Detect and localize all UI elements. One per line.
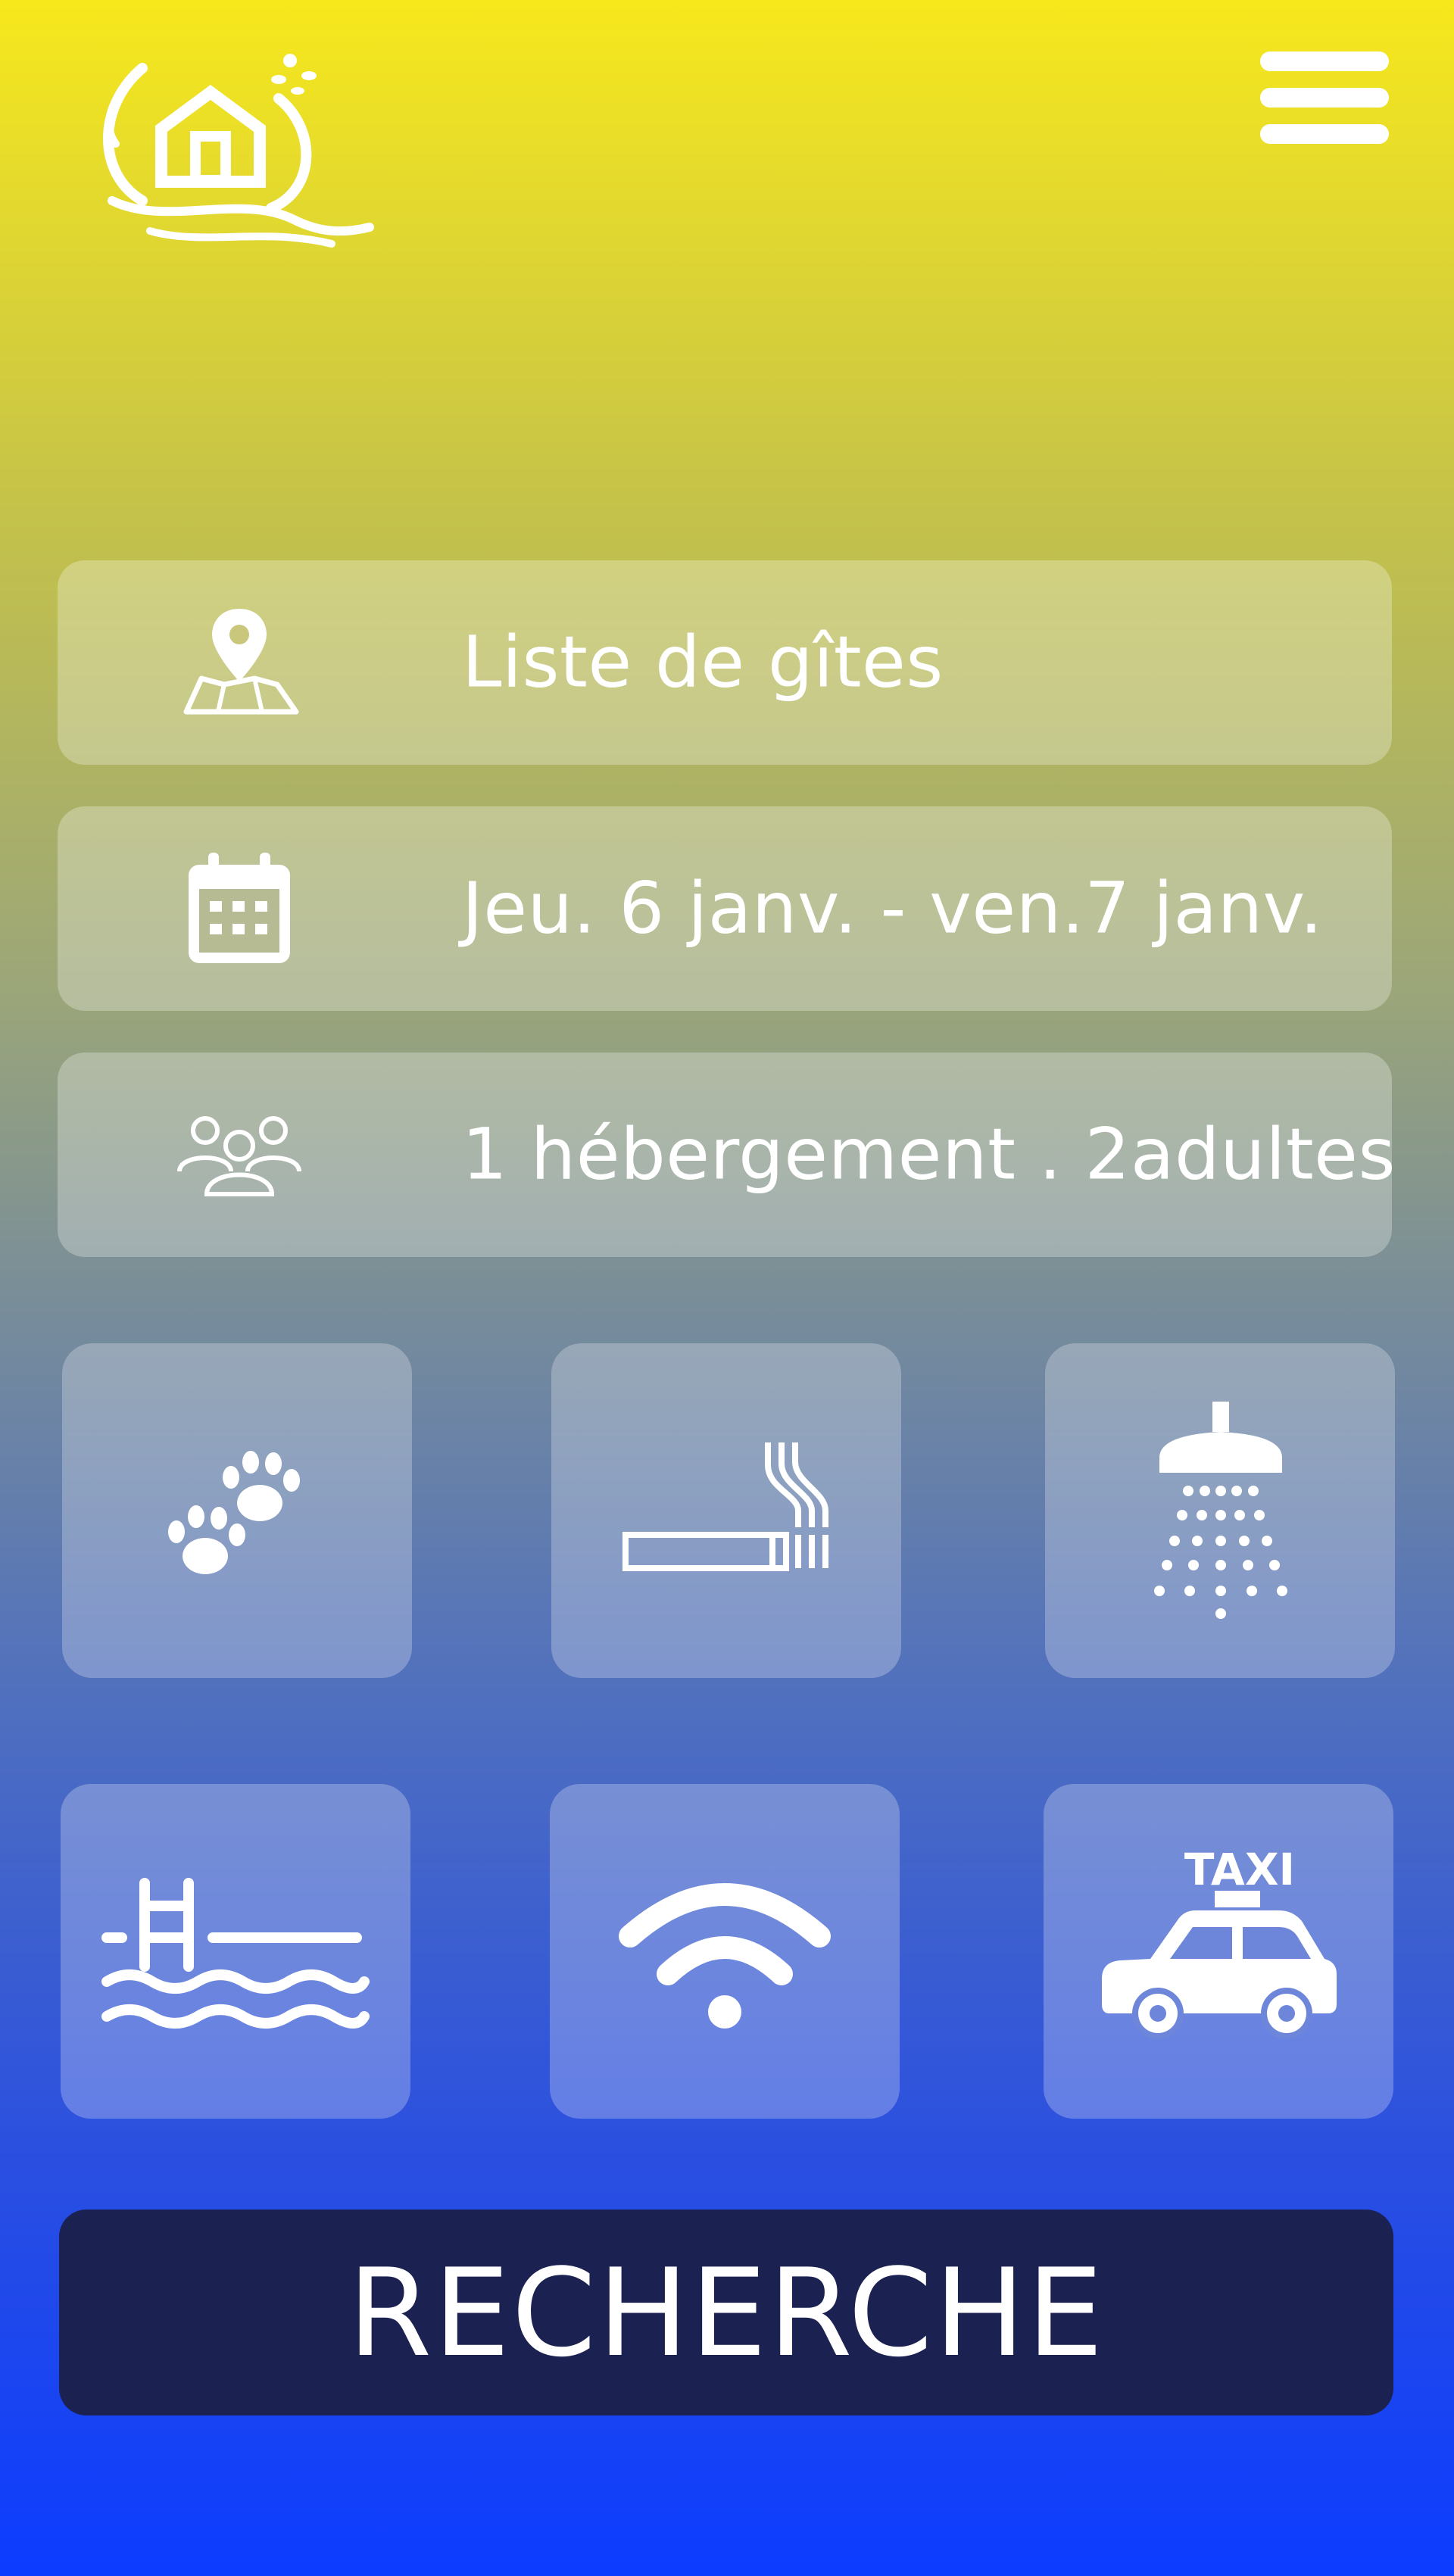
dates-field[interactable]: Jeu. 6 janv. - ven.7 janv.: [58, 806, 1392, 1011]
amenity-pool-toggle[interactable]: [61, 1784, 410, 2119]
pool-ladder-icon: [101, 1878, 370, 2029]
amenity-smoking-toggle[interactable]: [551, 1343, 901, 1678]
taxi-icon: TAXI: [1102, 1845, 1337, 2039]
search-button[interactable]: RECHERCHE: [59, 2210, 1393, 2415]
gite-logo[interactable]: [89, 45, 377, 250]
wifi-icon: [619, 1883, 831, 2029]
guests-label: 1 hébergement . 2adultes: [462, 1113, 1396, 1196]
taxi-sign-text: TAXI: [1184, 1845, 1295, 1895]
group-people-icon: [171, 1094, 307, 1215]
calendar-icon: [171, 848, 307, 969]
location-label: Liste de gîtes: [462, 621, 944, 704]
guests-field[interactable]: 1 hébergement . 2adultes: [58, 1053, 1396, 1257]
gite-house-logo-icon: [103, 54, 374, 248]
amenity-pets-toggle[interactable]: [62, 1343, 412, 1678]
map-pin-icon: [171, 602, 307, 723]
smoking-icon: [622, 1442, 828, 1571]
paw-prints-icon: [168, 1451, 300, 1574]
amenity-wifi-toggle[interactable]: [550, 1784, 900, 2119]
amenity-shower-toggle[interactable]: [1045, 1343, 1395, 1678]
dates-label: Jeu. 6 janv. - ven.7 janv.: [462, 867, 1323, 950]
hamburger-menu-icon: [1260, 51, 1389, 71]
hamburger-menu-button[interactable]: [1260, 51, 1389, 144]
shower-icon: [1154, 1402, 1287, 1619]
amenity-taxi-toggle[interactable]: TAXI: [1044, 1784, 1393, 2119]
location-field[interactable]: Liste de gîtes: [58, 560, 1392, 765]
